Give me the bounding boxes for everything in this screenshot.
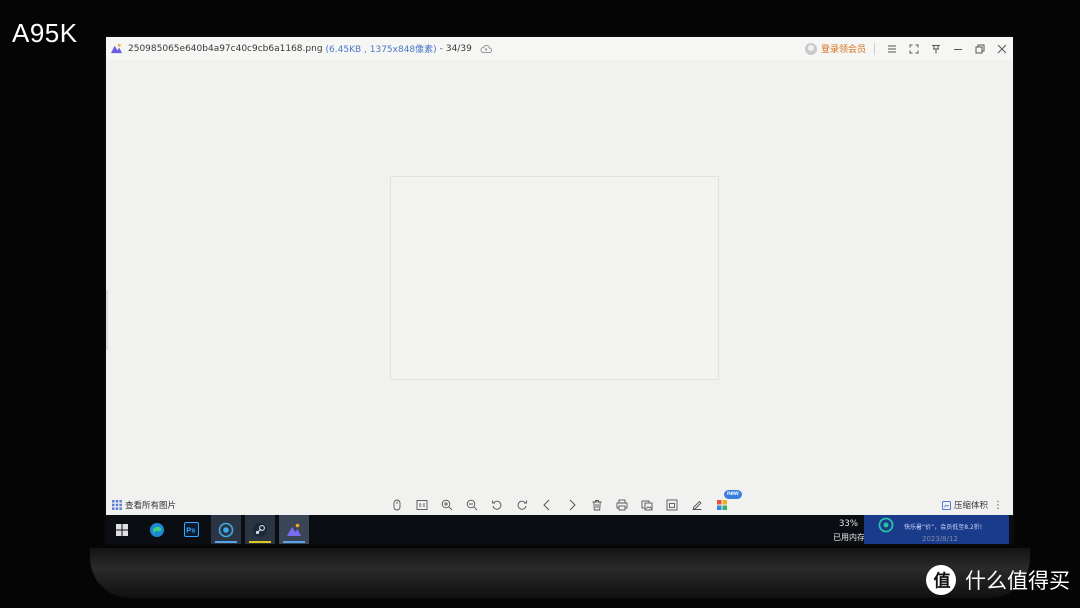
left-edge-handle	[106, 290, 108, 350]
rotate-right-icon	[517, 500, 527, 510]
fullscreen-button[interactable]	[903, 37, 925, 60]
displayed-image[interactable]	[390, 176, 719, 380]
rotate-left-button[interactable]	[484, 495, 509, 515]
view-all-images-button[interactable]: 查看所有图片	[112, 499, 176, 511]
memory-label: 已用内存	[833, 533, 865, 542]
taskbar-image-viewer[interactable]	[279, 515, 309, 544]
windows-icon	[116, 523, 128, 536]
image-canvas[interactable]	[106, 60, 1013, 495]
view-all-images-label: 查看所有图片	[125, 501, 177, 511]
image-tools: new	[384, 490, 742, 515]
trash-icon	[592, 500, 601, 511]
print-button[interactable]	[609, 495, 634, 515]
printer-icon	[616, 499, 627, 511]
rotate-right-button[interactable]	[509, 495, 534, 515]
zoom-in-button[interactable]	[434, 495, 459, 515]
site-watermark: 值 什么值得买	[925, 564, 1070, 596]
mouse-icon	[393, 499, 400, 511]
taskbar-date: 2023/8/12	[922, 535, 958, 543]
chevron-right-icon	[569, 499, 576, 511]
minimize-button[interactable]	[947, 37, 969, 60]
next-image-button[interactable]	[559, 495, 584, 515]
restore-button[interactable]	[969, 37, 991, 60]
start-button[interactable]	[107, 515, 137, 544]
circle-app-icon	[218, 522, 234, 537]
app-logo-icon	[111, 43, 122, 54]
memory-percent: 33%	[839, 519, 858, 529]
active-indicator	[215, 541, 237, 543]
svg-text:Ps: Ps	[186, 526, 195, 535]
title-bar: 250985065e640b4a97c40c9cb6a1168.png (6.4…	[106, 37, 1013, 60]
actual-size-button[interactable]	[409, 495, 434, 515]
screen: 250985065e640b4a97c40c9cb6a1168.png (6.4…	[106, 37, 1013, 544]
taskbar-edge[interactable]	[142, 515, 172, 544]
close-icon	[997, 44, 1007, 53]
watermark-text: 什么值得买	[965, 569, 1070, 593]
watermark-logo-icon: 值	[926, 565, 956, 595]
promo-notification[interactable]: 快乐暑“价”，会员低至8.2折! 2023/8/12	[864, 515, 1009, 544]
login-label: 登录领会员	[820, 45, 866, 55]
delete-button[interactable]	[584, 495, 609, 515]
apps-grid-icon	[716, 500, 727, 510]
compress-label: 压缩体积	[953, 501, 988, 511]
new-badge: new	[724, 490, 742, 499]
fullscreen-icon	[909, 44, 919, 53]
edge-browser-icon	[150, 522, 164, 537]
login-button[interactable]: 登录领会员	[804, 42, 866, 55]
image-viewer-icon	[287, 523, 301, 536]
title-divider	[874, 42, 875, 55]
crop-image-button[interactable]	[659, 495, 684, 515]
zoom-out-button[interactable]	[459, 495, 484, 515]
previous-image-button[interactable]	[534, 495, 559, 515]
taskbar-steam[interactable]	[245, 515, 275, 544]
menu-button[interactable]	[881, 37, 903, 60]
svg-text:值: 值	[934, 571, 951, 592]
promo-icon	[878, 517, 894, 533]
avatar	[804, 42, 817, 55]
minimize-icon	[954, 48, 962, 50]
edit-icon	[692, 500, 702, 510]
file-name: 250985065e640b4a97c40c9cb6a1168.png	[128, 43, 323, 54]
close-button[interactable]	[991, 37, 1013, 60]
pin-icon	[932, 44, 940, 53]
title-bar-controls: 登录领会员	[804, 37, 1013, 60]
taskbar-photoshop[interactable]: Ps	[176, 515, 206, 544]
edit-button[interactable]	[684, 495, 709, 515]
compress-icon	[941, 500, 951, 510]
copy-image-button[interactable]	[634, 495, 659, 515]
corner-label: A95K	[12, 18, 78, 48]
zoom-out-icon	[466, 499, 477, 511]
mouse-mode-button[interactable]	[384, 495, 409, 515]
apps-button[interactable]: new	[709, 490, 742, 515]
active-indicator	[283, 541, 305, 543]
zoom-in-icon	[441, 499, 452, 511]
tv-bezel	[90, 548, 1030, 598]
bottom-toolbar: 查看所有图片 new 压缩体积 ⋮	[106, 490, 1013, 515]
grid-icon	[112, 500, 122, 510]
taskbar-app-circle[interactable]	[211, 515, 241, 544]
cloud-upload-icon[interactable]	[480, 44, 492, 54]
file-meta: (6.45KB , 1375x848像素)	[325, 45, 437, 55]
image-counter: 34/39	[445, 43, 472, 54]
menu-icon	[888, 45, 896, 52]
more-options-icon[interactable]: ⋮	[993, 500, 1003, 511]
rotate-left-icon	[491, 500, 501, 510]
compress-button[interactable]: 压缩体积 ⋮	[941, 495, 1003, 515]
crop-image-icon	[666, 499, 677, 511]
steam-icon	[253, 522, 267, 537]
promo-text: 快乐暑“价”，会员低至8.2折!	[904, 524, 983, 531]
title-separator: -	[439, 43, 443, 54]
photoshop-icon: Ps	[183, 522, 199, 537]
copy-image-icon	[641, 500, 652, 511]
restore-icon	[975, 44, 985, 53]
pin-button[interactable]	[925, 37, 947, 60]
active-indicator	[249, 541, 271, 543]
chevron-left-icon	[542, 499, 549, 511]
actual-size-icon	[416, 500, 427, 510]
